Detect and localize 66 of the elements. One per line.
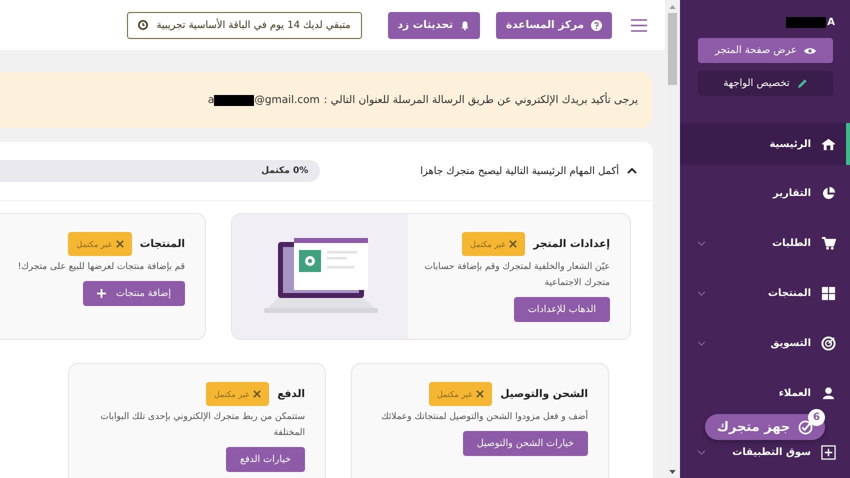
cross-icon bbox=[116, 240, 124, 248]
nav-item[interactable]: الطلبات bbox=[680, 233, 850, 253]
cross-icon bbox=[253, 390, 262, 398]
email-start: a bbox=[208, 94, 214, 106]
plus-icon bbox=[96, 289, 106, 298]
card-description: عيّن الشعار والخلفية لمتجرك وقم بإضافة حسابات متجرك الاجتماعية bbox=[423, 261, 610, 290]
nav-item[interactable]: التقارير bbox=[680, 183, 850, 203]
nav-item[interactable]: سوق التطبيقات bbox=[680, 442, 850, 462]
pencil-icon bbox=[796, 78, 808, 89]
user-name: A bbox=[827, 16, 835, 28]
scroll-down-icon bbox=[669, 470, 676, 474]
plus-box-icon bbox=[821, 444, 836, 460]
card-description: ستتمكن من ربط متجرك الإلكتروني بإحدى تلك البوابات المختلفة bbox=[99, 411, 305, 440]
card-action-button[interactable]: خيارات الشحن والتوصيل bbox=[462, 431, 588, 456]
nav-label: الطلبات bbox=[771, 238, 811, 248]
cross-icon bbox=[509, 240, 518, 248]
card-action-button[interactable]: الذهاب للإعدادات bbox=[514, 297, 610, 322]
nav-label: سوق التطبيقات bbox=[731, 446, 811, 458]
redaction-bar bbox=[214, 94, 254, 106]
card-description: قم بإضافة منتجات لعرضها للبيع على متجرك! bbox=[18, 261, 185, 274]
pie-chart-icon bbox=[821, 186, 836, 200]
scroll-up-icon bbox=[669, 5, 676, 9]
card-title: الدفع bbox=[277, 388, 305, 400]
view-store-button[interactable]: عرض صفحة المتجر bbox=[698, 38, 833, 63]
nav-item[interactable]: العملاء bbox=[680, 383, 850, 403]
clock-icon bbox=[138, 20, 148, 30]
menu-icon bbox=[631, 18, 647, 32]
help-center-button[interactable]: مركز المساعدة bbox=[496, 12, 612, 38]
card-action-button[interactable]: خيارات الدفع bbox=[226, 447, 305, 472]
customize-button[interactable]: تخصيص الواجهة bbox=[698, 71, 833, 96]
email-domain: @gmail.com bbox=[254, 94, 320, 106]
cart-icon bbox=[821, 236, 836, 250]
scroll-thumb[interactable] bbox=[668, 13, 677, 85]
trial-text: متبقي لديك 14 يوم في الباقة الأساسية تجريبية bbox=[156, 20, 351, 30]
check-circle-icon bbox=[798, 420, 814, 434]
scrollbar[interactable] bbox=[665, 0, 680, 478]
nav-item[interactable]: التسويق bbox=[680, 333, 850, 353]
nav-label: المنتجات bbox=[766, 288, 811, 298]
nav-item[interactable]: الرئيسية bbox=[680, 123, 850, 165]
users-icon bbox=[821, 386, 836, 400]
bell-icon bbox=[460, 20, 470, 30]
card-title: المنتجات bbox=[140, 238, 185, 250]
tasks-title: أكمل المهام الرئيسية التالية ليصبح متجرك جاهزا bbox=[420, 166, 619, 176]
status-badge: غير مكتمل bbox=[206, 382, 270, 406]
banner-message: يرجى تأكيد بريدك الإلكتروني عن طريق الرسالة المرسلة للعنوان التالي : bbox=[324, 94, 638, 106]
updates-button[interactable]: تحديثات زد bbox=[388, 12, 480, 38]
nav-label: التقارير bbox=[772, 188, 811, 198]
status-badge: غير مكتمل bbox=[68, 232, 132, 256]
nav-label: الرئيسية bbox=[768, 138, 811, 150]
grid-icon bbox=[821, 286, 836, 300]
card-action-button[interactable]: إضافة منتجات bbox=[82, 281, 185, 306]
status-badge: غير مكتمل bbox=[429, 382, 492, 406]
redaction-bar bbox=[786, 16, 826, 28]
nav-label: العملاء bbox=[778, 388, 811, 398]
status-badge: غير مكتمل bbox=[462, 232, 526, 256]
home-icon bbox=[821, 136, 836, 152]
eye-icon bbox=[804, 46, 816, 54]
card-description: أضف و فعل مزودوا الشحن والتوصيل لمنتجاتك وعملائك bbox=[381, 409, 588, 424]
target-icon bbox=[821, 336, 836, 350]
progress-label: 0% مكتمل bbox=[261, 166, 308, 176]
cross-icon bbox=[476, 390, 484, 398]
help-icon bbox=[591, 20, 602, 30]
nav-item[interactable]: المنتجات bbox=[680, 283, 850, 303]
card-title: إعدادات المتجر bbox=[533, 238, 610, 250]
nav-label: التسويق bbox=[770, 338, 811, 348]
card-title: الشحن والتوصيل bbox=[500, 388, 588, 400]
